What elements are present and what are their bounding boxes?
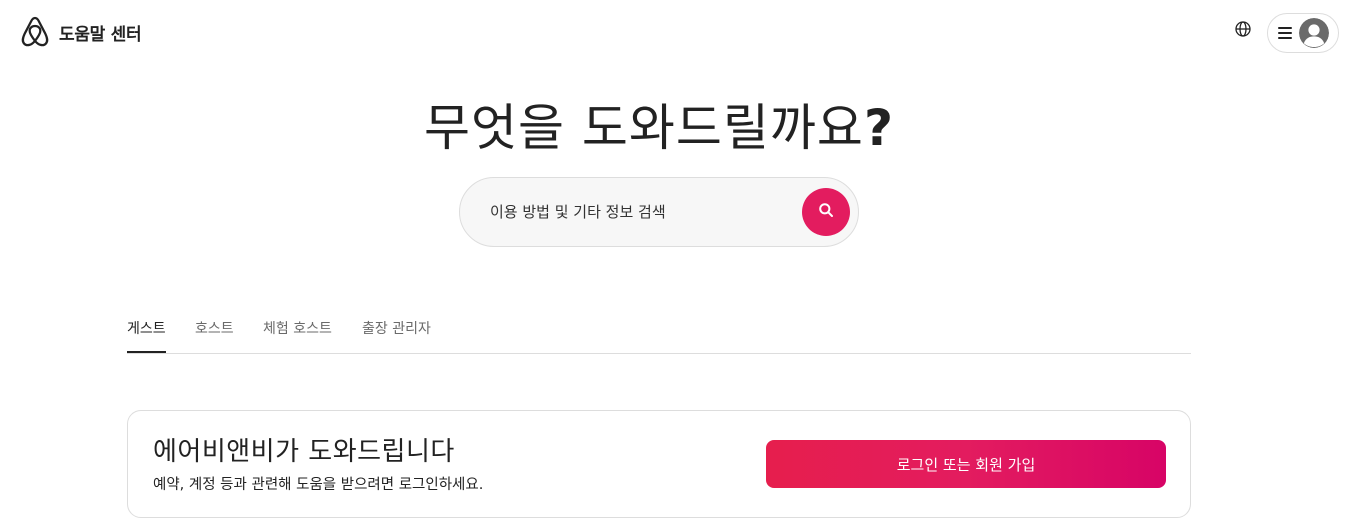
page-title-question-mark: ? xyxy=(863,99,894,157)
page-title: 무엇을 도와드릴까요? xyxy=(0,88,1318,160)
search-button[interactable] xyxy=(802,188,850,236)
login-signup-button[interactable]: 로그인 또는 회원 가입 xyxy=(766,440,1166,488)
search-bar xyxy=(459,177,859,247)
tab-experience-host[interactable]: 체험 호스트 xyxy=(263,318,332,353)
user-menu-button[interactable] xyxy=(1267,13,1339,53)
search-icon xyxy=(818,202,834,222)
language-button[interactable] xyxy=(1228,16,1258,46)
login-card-subtitle: 예약, 계정 등과 관련해 도움을 받으려면 로그인하세요. xyxy=(153,477,484,493)
tab-travel-admin[interactable]: 출장 관리자 xyxy=(362,318,431,353)
hamburger-menu-icon xyxy=(1278,27,1292,39)
tab-guest[interactable]: 게스트 xyxy=(127,318,166,353)
search-input[interactable] xyxy=(490,196,790,228)
globe-icon xyxy=(1235,21,1251,41)
brand-title: 도움말 센터 xyxy=(59,24,142,45)
login-card-title: 에어비앤비가 도와드립니다 xyxy=(153,437,455,467)
user-avatar-icon xyxy=(1299,18,1329,48)
audience-tabs: 게스트 호스트 체험 호스트 출장 관리자 xyxy=(127,316,1191,354)
tab-host[interactable]: 호스트 xyxy=(195,318,234,353)
help-center-home-link[interactable]: 도움말 센터 xyxy=(20,16,142,48)
login-card: 에어비앤비가 도와드립니다 예약, 계정 등과 관련해 도움을 받으려면 로그인… xyxy=(127,410,1191,518)
top-header: 도움말 센터 xyxy=(0,0,1358,66)
page-title-text: 무엇을 도와드릴까요 xyxy=(424,99,864,157)
airbnb-logo-icon xyxy=(20,16,50,48)
